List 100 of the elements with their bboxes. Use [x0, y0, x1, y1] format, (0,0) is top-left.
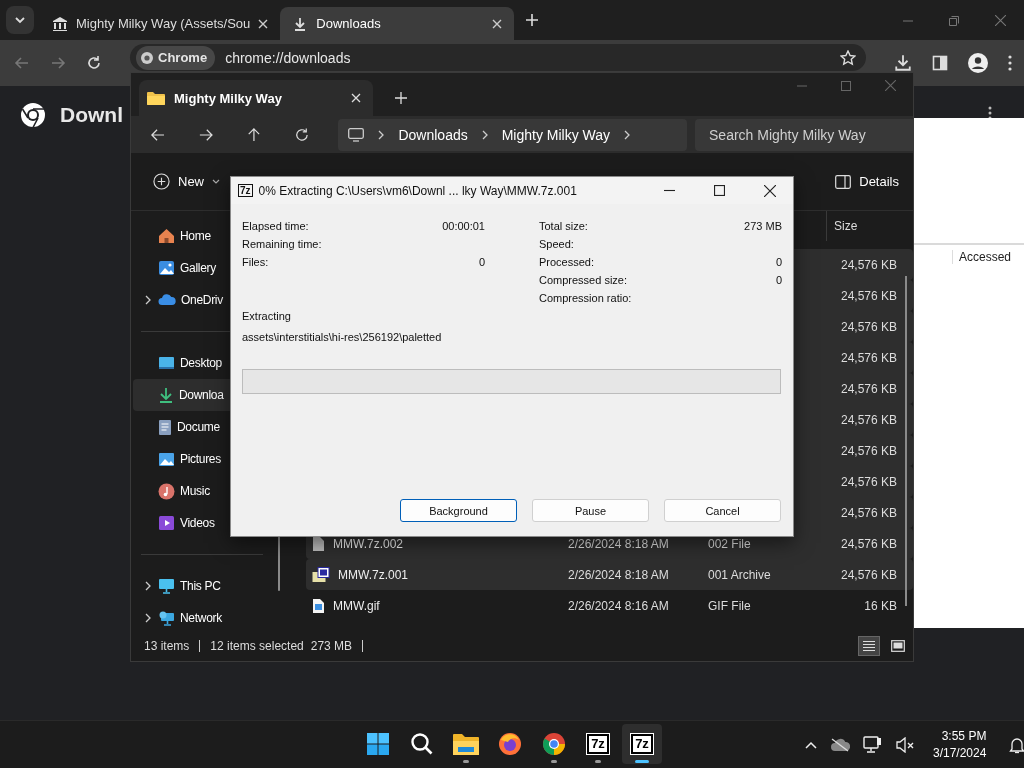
stat-label: Processed: — [539, 256, 595, 268]
status-text: 12 items selected — [210, 639, 304, 653]
chevron-right-icon[interactable] — [624, 129, 631, 140]
close-icon[interactable] — [764, 184, 776, 197]
breadcrumb-item[interactable]: Mighty Milky Way — [501, 126, 611, 143]
file-size: 16 KB — [864, 598, 897, 613]
stat-label: Files: — [242, 256, 269, 268]
profile-icon[interactable] — [968, 53, 988, 73]
stat-value: 273 MB — [744, 220, 782, 232]
notification-bell-icon[interactable] — [1009, 735, 1024, 754]
file-row[interactable]: MMW.gif 2/26/2024 8:16 AM GIF File 16 KB — [306, 590, 913, 621]
desktop-icon — [158, 355, 175, 371]
new-tab-icon[interactable] — [395, 92, 407, 104]
chevron-right-icon[interactable] — [145, 581, 151, 591]
file-size: 24,576 KB — [840, 443, 897, 458]
file-name: MMW.7z.001 — [338, 567, 409, 582]
app-logo: 7z — [238, 184, 253, 197]
site-chip[interactable]: Chrome — [136, 45, 216, 70]
menu-icon[interactable] — [1008, 55, 1012, 71]
chevron-right-icon — [378, 129, 385, 140]
url-text: chrome://downloads — [225, 49, 351, 66]
reload-icon[interactable] — [86, 55, 102, 71]
file-size: 24,576 KB — [840, 474, 897, 489]
file-type: GIF File — [708, 598, 751, 613]
chevron-up-icon[interactable] — [805, 740, 817, 749]
sidebar-item[interactable]: Network — [133, 602, 291, 631]
tab-list-button[interactable] — [6, 6, 34, 34]
image-file-icon — [312, 597, 325, 614]
taskbar-app-button[interactable]: 7z — [622, 724, 662, 764]
date-modified: 2/26/2024 8:18 AM — [568, 536, 669, 551]
search-field[interactable]: Search Mighty Milky Way — [695, 118, 913, 151]
video-icon — [158, 515, 175, 531]
browser-tab[interactable]: Downloads — [280, 7, 515, 40]
download-icon[interactable] — [894, 54, 912, 72]
volume-muted-icon[interactable] — [896, 736, 916, 753]
file-icon — [312, 535, 325, 552]
network-icon[interactable] — [863, 735, 883, 754]
details-view-button[interactable] — [858, 636, 880, 656]
file-size: 24,576 KB — [840, 319, 897, 334]
chevron-right-icon[interactable] — [145, 613, 151, 623]
file-type: 001 Archive — [708, 567, 771, 582]
pause-button[interactable]: Pause — [532, 499, 649, 522]
music-icon — [158, 482, 175, 500]
stat-label: Elapsed time: — [242, 220, 309, 232]
column-header[interactable]: Size — [826, 211, 898, 241]
scrollbar-thumb[interactable] — [905, 276, 907, 606]
action-label: Extracting — [242, 310, 291, 322]
building-icon — [52, 15, 68, 32]
address-bar[interactable]: Downloads Mighty Milky Way — [338, 118, 688, 151]
restore-icon[interactable] — [949, 16, 959, 26]
cancel-button[interactable]: Cancel — [664, 499, 781, 522]
new-button[interactable]: New — [149, 169, 224, 194]
chevron-down-icon — [14, 14, 26, 26]
stat-label: Compression ratio: — [539, 292, 632, 304]
file-size: 24,576 KB — [840, 567, 897, 582]
picture-icon — [158, 260, 175, 276]
background-button[interactable]: Background — [400, 499, 517, 522]
refresh-icon[interactable] — [294, 127, 309, 142]
stat-label: Remaining time: — [242, 238, 322, 250]
stat-label: Speed: — [539, 238, 574, 250]
chevron-right-icon — [481, 129, 488, 140]
clock-date[interactable]: 3/17/2024 — [933, 744, 987, 762]
back-icon[interactable] — [151, 127, 165, 142]
status-text: 13 items — [144, 639, 190, 653]
stat-label: Total size: — [539, 220, 588, 232]
breadcrumb-item[interactable]: Downloads — [398, 126, 468, 143]
date-modified: 2/26/2024 8:18 AM — [568, 567, 669, 582]
file-size: 24,576 KB — [840, 288, 897, 303]
browser-logo-icon — [20, 101, 46, 128]
details-button[interactable]: Details — [831, 170, 903, 193]
stat-value: 0 — [478, 256, 485, 268]
chevron-right-icon[interactable] — [145, 295, 151, 305]
address-bar[interactable]: Chrome chrome://downloads — [130, 44, 866, 71]
taskbar-app-button[interactable]: 7z — [578, 724, 618, 764]
clock-time[interactable]: 3:55 PM — [941, 727, 987, 745]
explorer-tab[interactable]: Mighty Milky Way — [139, 80, 373, 116]
file-size: 24,576 KB — [840, 505, 897, 520]
status-text: 273 MB — [310, 639, 353, 653]
file-size: 24,576 KB — [840, 536, 897, 551]
maximize-icon[interactable] — [714, 185, 725, 196]
preview-icon — [891, 640, 905, 652]
file-row[interactable]: MMW.7z.001 2/26/2024 8:18 AM 001 Archive 24,576 KB — [306, 559, 913, 590]
side-panel-icon[interactable] — [932, 55, 948, 71]
column-header[interactable]: Accessed — [952, 250, 1012, 264]
page-title: Downl — [60, 102, 123, 127]
fox-globe-icon — [498, 732, 522, 756]
browser-tab[interactable]: Mighty Milky Way (Assets/Sou — [40, 7, 281, 40]
list-icon — [862, 640, 876, 652]
sidebar-item[interactable]: This PC — [133, 570, 291, 602]
date-modified: 2/26/2024 8:16 AM — [568, 598, 669, 613]
file-type: 002 File — [708, 536, 751, 551]
forward-icon[interactable] — [198, 127, 213, 142]
dialog-title: 0% Extracting C:\Users\vm6\Downl ... lky Way\MMW.7z.001 — [258, 183, 577, 198]
windows-logo-icon — [366, 732, 390, 756]
plus-icon — [153, 173, 170, 190]
up-icon[interactable] — [246, 127, 261, 142]
picture-icon — [158, 451, 175, 467]
cloud-off-icon[interactable] — [830, 737, 850, 752]
stat-value: 0 — [775, 256, 782, 268]
star-icon[interactable] — [840, 49, 856, 66]
